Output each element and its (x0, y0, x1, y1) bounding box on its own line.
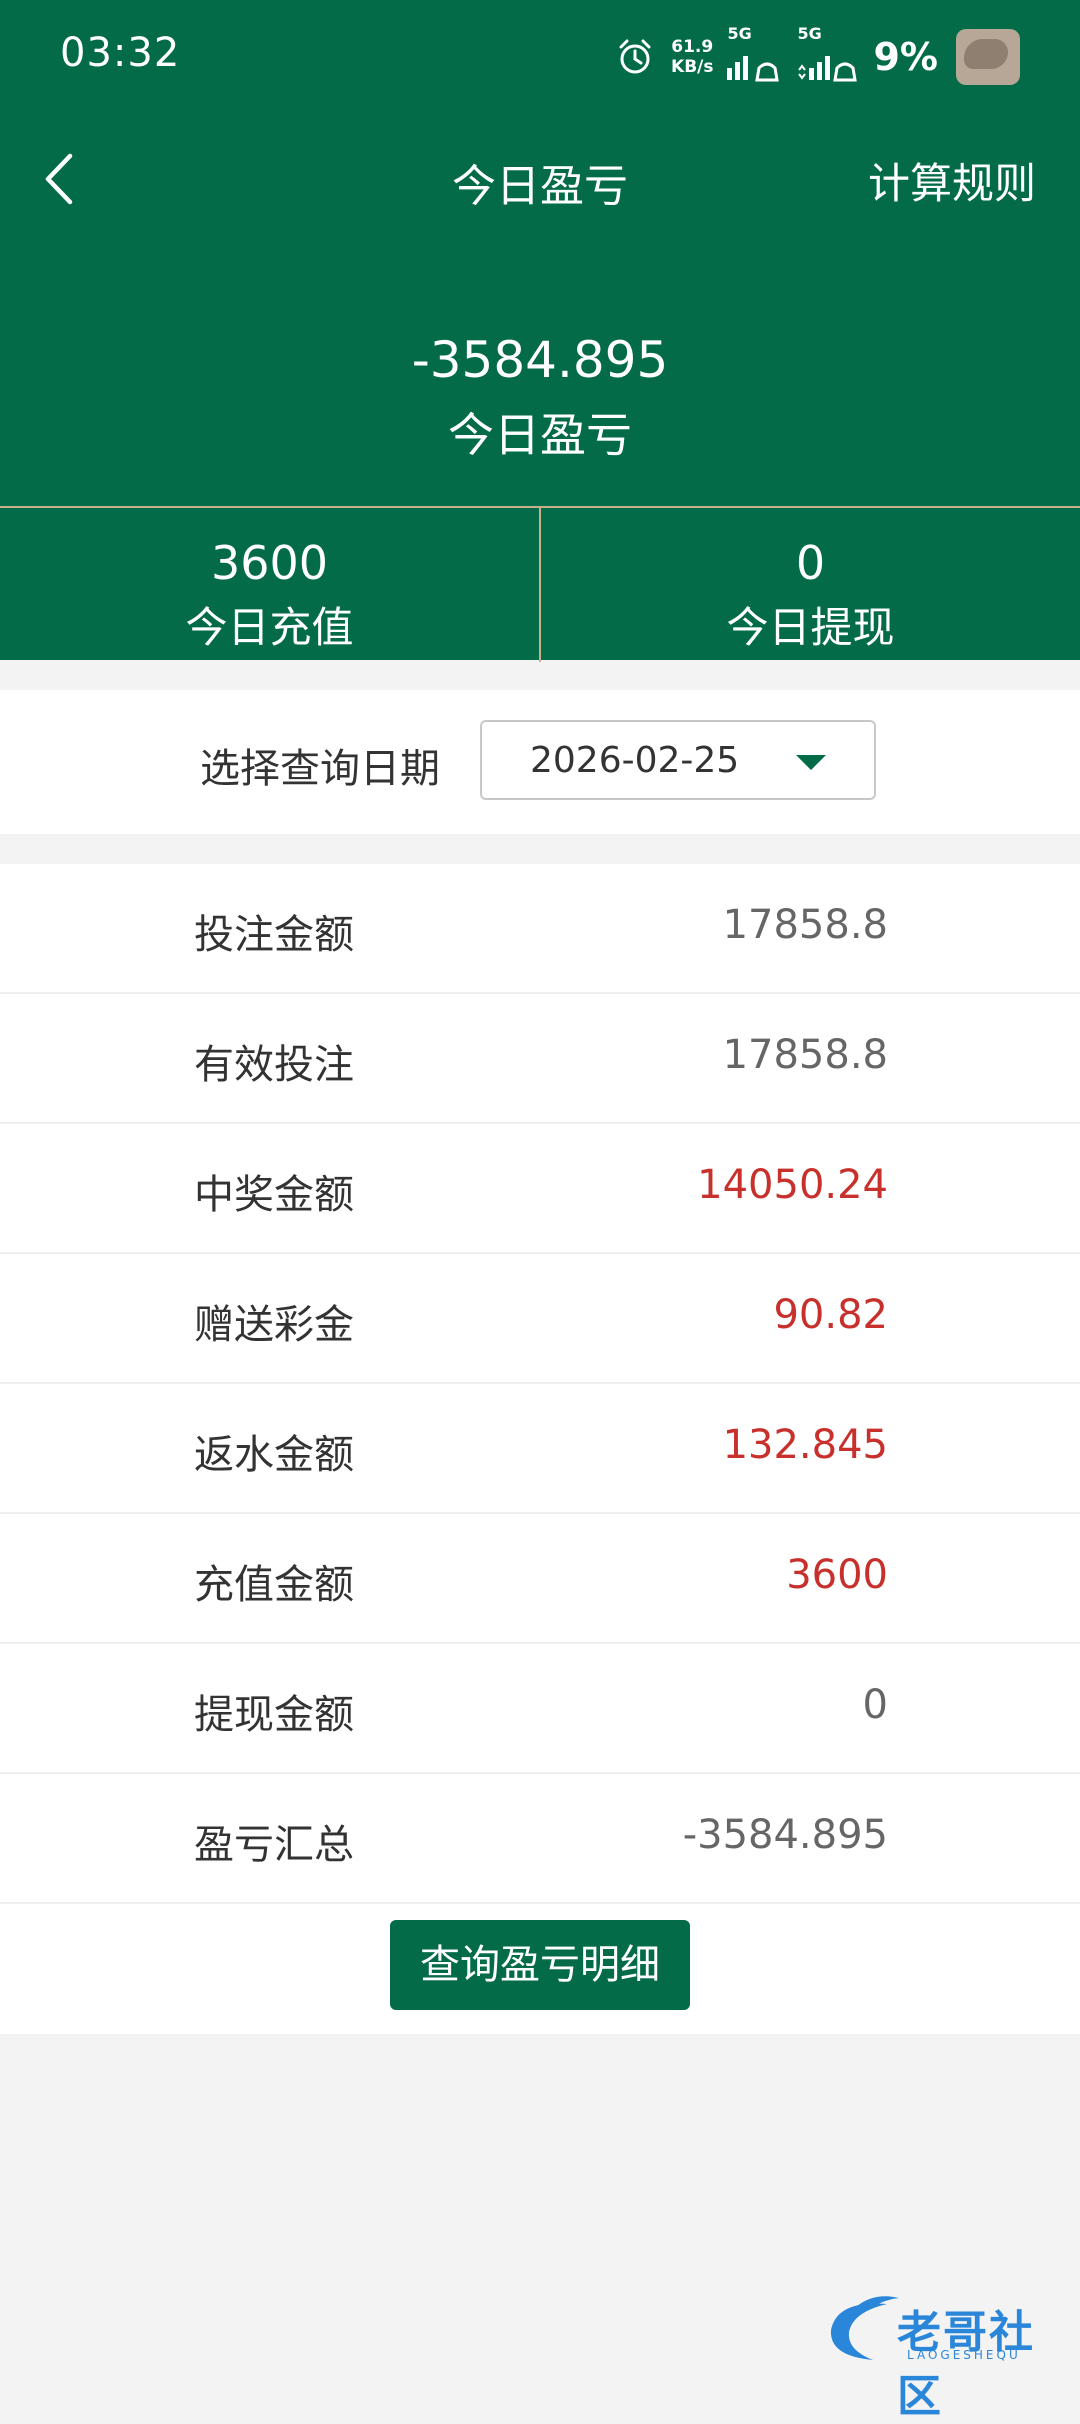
row-label: 赠送彩金 (194, 1302, 354, 1348)
list-item: 赠送彩金 90.82 (0, 1254, 1080, 1384)
list-item: 投注金额 17858.8 (0, 864, 1080, 994)
date-select-value: 2026-02-25 (530, 740, 740, 781)
stat-recharge: 3600 今日充值 (0, 508, 541, 662)
query-detail-button[interactable]: 查询盈亏明细 (390, 1920, 690, 2010)
date-select[interactable]: 2026-02-25 (480, 720, 876, 800)
list-item: 盈亏汇总 -3584.895 (0, 1774, 1080, 1904)
list-item: 中奖金额 14050.24 (0, 1124, 1080, 1254)
sim1-signal: 5G (727, 24, 783, 82)
calculation-rules-link[interactable]: 计算规则 (868, 150, 1036, 211)
row-label: 充值金额 (194, 1562, 354, 1608)
stat-value: 0 (795, 536, 826, 590)
status-icons: 61.9 KB/s 5G 5G 9% (599, 22, 1020, 92)
row-label: 投注金额 (194, 912, 354, 958)
sim2-network-type: 5G (797, 24, 822, 43)
stat-withdraw: 0 今日提现 (541, 508, 1080, 662)
row-value: -3584.895 (682, 1812, 888, 1858)
sim1-network-type: 5G (727, 24, 752, 43)
net-speed-unit: KB/s (671, 57, 714, 77)
battery-level: 9% (873, 35, 938, 79)
net-speed: 61.9 KB/s (671, 37, 713, 77)
row-value: 132.845 (722, 1422, 888, 1468)
net-speed-value: 61.9 (671, 37, 714, 57)
stat-label: 今日充值 (185, 603, 354, 652)
row-value: 14050.24 (697, 1162, 888, 1208)
list-item: 有效投注 17858.8 (0, 994, 1080, 1124)
row-value: 3600 (786, 1552, 888, 1598)
status-time: 03:32 (60, 30, 181, 76)
signal-icon (798, 56, 858, 82)
watermark: 老哥社区 LAOGESHEQU (817, 2290, 1062, 2422)
button-area: 查询盈亏明细 (0, 1904, 1080, 2034)
caret-down-icon (796, 755, 826, 770)
signal-icon (727, 56, 780, 82)
profit-value: -3584.895 (411, 331, 669, 389)
date-filter-label: 选择查询日期 (200, 746, 440, 792)
row-label: 中奖金额 (194, 1172, 354, 1218)
avatar (956, 29, 1020, 85)
stats-row: 3600 今日充值 0 今日提现 (0, 506, 1080, 662)
date-filter: 选择查询日期 2026-02-25 (0, 690, 1080, 834)
nav-bar: 今日盈亏 计算规则 (0, 120, 1080, 240)
list-item: 充值金额 3600 (0, 1514, 1080, 1644)
row-value: 17858.8 (722, 1032, 888, 1078)
profit-label: 今日盈亏 (448, 408, 632, 462)
status-bar: 03:32 61.9 KB/s 5G 5G 9% (0, 0, 1080, 115)
row-label: 提现金额 (194, 1692, 354, 1738)
list-item: 提现金额 0 (0, 1644, 1080, 1774)
header: 03:32 61.9 KB/s 5G 5G 9% 今日盈亏 计算规则 -3584… (0, 0, 1080, 662)
profit-summary: -3584.895 今日盈亏 (0, 320, 1080, 470)
row-label: 有效投注 (194, 1042, 354, 1088)
row-label: 返水金额 (194, 1432, 354, 1478)
list-item: 返水金额 132.845 (0, 1384, 1080, 1514)
row-value: 17858.8 (722, 902, 888, 948)
stat-value: 3600 (210, 536, 329, 590)
stat-label: 今日提现 (726, 603, 895, 652)
row-value: 90.82 (773, 1292, 888, 1338)
watermark-subtext: LAOGESHEQU (907, 2348, 1021, 2362)
row-value: 0 (862, 1682, 888, 1728)
alarm-icon (619, 39, 651, 74)
sim2-signal: 5G (797, 24, 859, 82)
profit-detail-list: 投注金额 17858.8 有效投注 17858.8 中奖金额 14050.24 … (0, 864, 1080, 2034)
row-label: 盈亏汇总 (194, 1822, 354, 1868)
